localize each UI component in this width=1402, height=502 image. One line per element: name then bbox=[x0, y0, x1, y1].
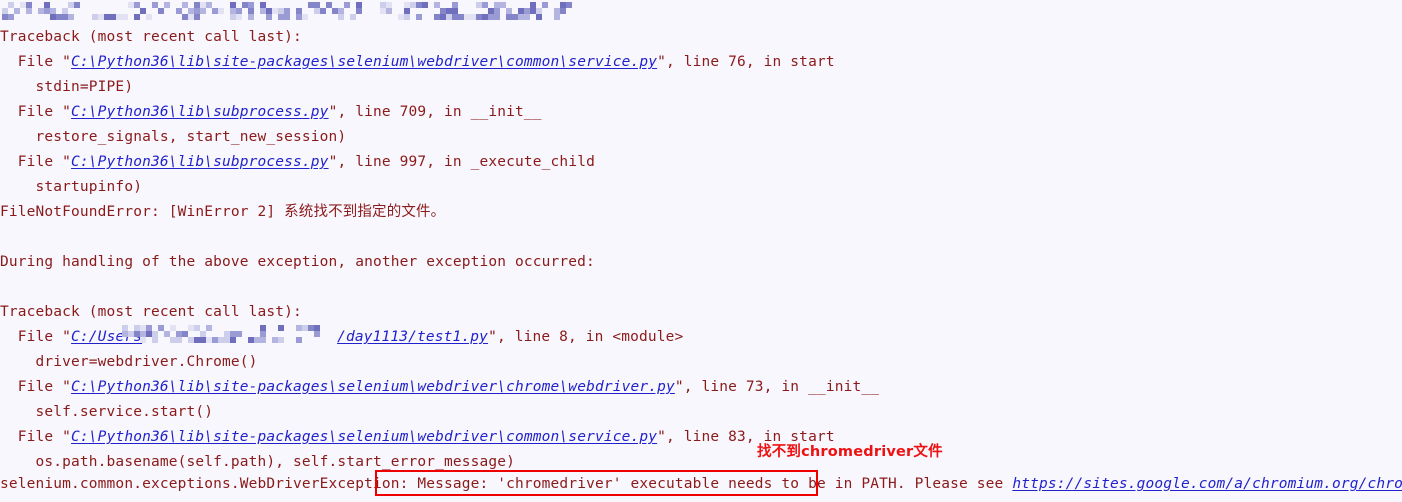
traceback-frame-1: File "C:\Python36\lib\site-packages\sele… bbox=[0, 50, 835, 75]
frame-5-path-link[interactable]: C:\Python36\lib\site-packages\selenium\w… bbox=[71, 379, 675, 395]
frame-2-path-link[interactable]: C:\Python36\lib\subprocess.py bbox=[71, 104, 329, 120]
traceback-frame-6: File "C:\Python36\lib\site-packages\sele… bbox=[0, 425, 835, 450]
source-5-text: self.service.start() bbox=[0, 404, 214, 420]
traceback-source-3: startupinfo) bbox=[0, 175, 142, 200]
traceback-header-2: Traceback (most recent call last): bbox=[0, 300, 302, 325]
filenotfounderror-text: FileNotFoundError: [WinError 2] 系统找不到指定的… bbox=[0, 204, 446, 220]
frame-6-prefix: File " bbox=[0, 429, 72, 445]
traceback-frame-4: File "C:/Users/day1113/test1.py", line 8… bbox=[0, 325, 684, 350]
frame-1-suffix: ", line 76, in start bbox=[657, 54, 835, 70]
source-1-text: stdin=PIPE) bbox=[0, 79, 134, 95]
traceback-source-5: self.service.start() bbox=[0, 400, 213, 425]
pixelated-path-redaction bbox=[122, 325, 320, 343]
source-6-text: os.path.basename(self.path), self.start_… bbox=[0, 454, 516, 470]
frame-4-suffix: ", line 8, in <module> bbox=[488, 329, 684, 345]
source-4-text: driver=webdriver.Chrome() bbox=[0, 354, 258, 370]
frame-3-path-link[interactable]: C:\Python36\lib\subprocess.py bbox=[71, 154, 329, 170]
webdriverexception-line: selenium.common.exceptions.WebDriverExce… bbox=[0, 472, 1402, 497]
traceback-source-2: restore_signals, start_new_session) bbox=[0, 125, 347, 150]
chromedriver-not-found-annotation: 找不到chromedriver文件 bbox=[757, 444, 943, 460]
frame-1-prefix: File " bbox=[0, 54, 72, 70]
traceback-source-1: stdin=PIPE) bbox=[0, 75, 134, 100]
python-traceback-console: Traceback (most recent call last): File … bbox=[0, 0, 1402, 502]
traceback-source-4: driver=webdriver.Chrome() bbox=[0, 350, 258, 375]
please-see-text: Please see bbox=[905, 476, 1013, 492]
frame-5-prefix: File " bbox=[0, 379, 72, 395]
traceback-frame-3: File "C:\Python36\lib\subprocess.py", li… bbox=[0, 150, 595, 175]
frame-1-path-link[interactable]: C:\Python36\lib\site-packages\selenium\w… bbox=[71, 54, 657, 70]
frame-3-prefix: File " bbox=[0, 154, 72, 170]
source-3-text: startupinfo) bbox=[0, 179, 143, 195]
traceback-header-2-text: Traceback (most recent call last): bbox=[0, 304, 302, 320]
during-handling-line: During handling of the above exception, … bbox=[0, 250, 595, 275]
exception-message-text: Message: 'chromedriver' executable needs… bbox=[417, 476, 906, 492]
frame-4-prefix: File " bbox=[0, 329, 72, 345]
traceback-header-1-text: Traceback (most recent call last): bbox=[0, 29, 302, 45]
frame-4-path-end[interactable]: /day1113/test1.py bbox=[337, 329, 488, 345]
frame-2-suffix: ", line 709, in __init__ bbox=[328, 104, 542, 120]
frame-2-prefix: File " bbox=[0, 104, 72, 120]
redacted-header-line bbox=[0, 0, 572, 25]
traceback-header-1: Traceback (most recent call last): bbox=[0, 25, 302, 50]
frame-6-path-link[interactable]: C:\Python36\lib\site-packages\selenium\w… bbox=[71, 429, 657, 445]
frame-5-suffix: ", line 73, in __init__ bbox=[674, 379, 880, 395]
source-2-text: restore_signals, start_new_session) bbox=[0, 129, 347, 145]
pixelated-redaction-block bbox=[2, 2, 572, 20]
chromedriver-docs-link[interactable]: https://sites.google.com/a/chromium.org/… bbox=[1012, 476, 1402, 492]
exception-name-text: selenium.common.exceptions.WebDriverExce… bbox=[0, 476, 418, 492]
traceback-frame-5: File "C:\Python36\lib\site-packages\sele… bbox=[0, 375, 879, 400]
frame-3-suffix: ", line 997, in _execute_child bbox=[328, 154, 595, 170]
traceback-frame-2: File "C:\Python36\lib\subprocess.py", li… bbox=[0, 100, 542, 125]
filenotfounderror-line: FileNotFoundError: [WinError 2] 系统找不到指定的… bbox=[0, 200, 445, 225]
during-handling-text: During handling of the above exception, … bbox=[0, 254, 595, 270]
